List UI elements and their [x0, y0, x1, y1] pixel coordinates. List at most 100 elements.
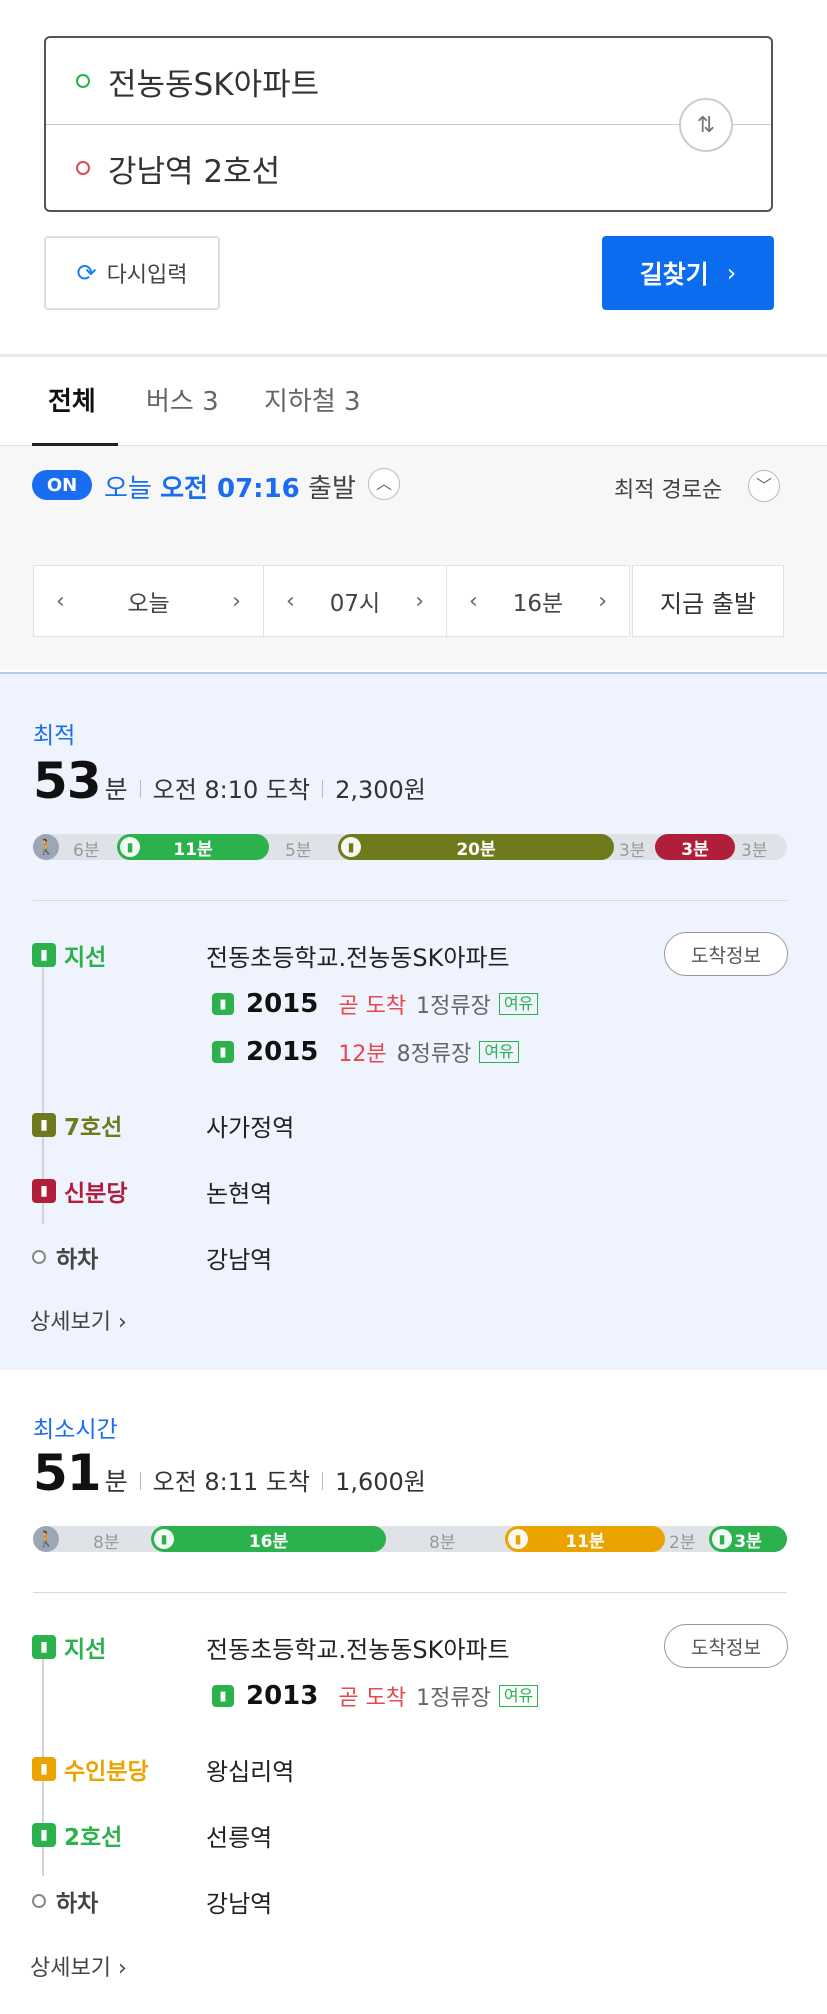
route-label: 최소시간	[33, 1417, 118, 1443]
segment-time: 11분	[565, 1531, 605, 1552]
departure-suffix: 출발	[308, 474, 356, 504]
card-divider	[33, 1592, 787, 1593]
walk-icon: 🚶	[33, 834, 59, 860]
day-selector[interactable]: ‹ 오늘 ›	[33, 565, 264, 637]
bus-icon: ▮	[120, 837, 140, 857]
step-name: 하차	[56, 1891, 99, 1917]
step-subway: ▮ 수인분당	[32, 1752, 149, 1786]
departure-day: 오늘	[104, 474, 152, 504]
walk-time: 6분	[73, 841, 100, 861]
tab-bus[interactable]: 버스 3	[146, 381, 219, 418]
bus-icon: ▮	[212, 1041, 234, 1063]
bus-number: 2015	[246, 1037, 319, 1067]
minute-selector[interactable]: ‹ 16분 ›	[446, 565, 630, 637]
destination-dot-icon	[76, 161, 90, 175]
subway-icon: ▮	[508, 1529, 528, 1549]
subway-icon: ▮	[32, 1823, 56, 1847]
card-divider	[33, 900, 787, 901]
arrival-info-button[interactable]: 도착정보	[664, 1624, 788, 1668]
segment-time: 3분	[734, 1531, 762, 1552]
arrival-info-button[interactable]: 도착정보	[664, 932, 788, 976]
detail-link[interactable]: 상세보기 ›	[30, 1950, 127, 1982]
subway-segment: ▮ 3분	[709, 1526, 787, 1552]
origin-text: 전농동SK아파트	[108, 66, 320, 103]
crowd-badge: 여유	[479, 1041, 519, 1063]
minutes-unit: 분	[104, 1467, 128, 1496]
refresh-icon: ⟳	[76, 259, 97, 287]
arrival-time: 오전 8:10 도착	[152, 776, 311, 804]
origin-field[interactable]: 전농동SK아파트	[46, 38, 771, 125]
route-label: 최적	[33, 723, 76, 749]
origin-dot-icon	[76, 74, 90, 88]
segment-time: 20분	[456, 839, 496, 860]
prev-day-icon[interactable]: ‹	[56, 589, 65, 614]
bus-arrival-row: ▮ 2015 곧 도착 1정류장 여유	[212, 988, 539, 1020]
prev-minute-icon[interactable]: ‹	[469, 589, 478, 614]
bus-arrival-time: 곧 도착	[338, 1686, 407, 1711]
step-subway: ▮ 2호선	[32, 1818, 122, 1852]
next-minute-icon[interactable]: ›	[598, 589, 607, 614]
bus-arrival-row: ▮ 2013 곧 도착 1정류장 여유	[212, 1680, 539, 1712]
minutes-unit: 분	[104, 775, 128, 804]
route-card[interactable]: 최적 53 분 오전 8:10 도착 2,300원 🚶 6분 ▮ 11분 5분 …	[0, 672, 827, 1372]
step-getoff: 하차	[32, 1884, 98, 1918]
stop-name: 전동초등학교.전농동SK아파트	[206, 1636, 510, 1664]
total-minutes: 53	[33, 752, 102, 810]
departure-time-text[interactable]: 오늘 오전 07:16 출발	[104, 468, 356, 505]
step-getoff: 하차	[32, 1240, 98, 1274]
next-hour-icon[interactable]: ›	[415, 589, 424, 614]
tab-subway[interactable]: 지하철 3	[264, 381, 361, 418]
stop-name: 왕십리역	[206, 1758, 295, 1786]
subway-icon: ▮	[341, 837, 361, 857]
stop-name: 사가정역	[206, 1114, 295, 1142]
prev-hour-icon[interactable]: ‹	[286, 589, 295, 614]
find-route-button[interactable]: 길찾기 ›	[602, 236, 774, 310]
stop-name: 논현역	[206, 1180, 273, 1208]
walk-time: 3분	[619, 841, 646, 861]
step-bus: ▮ 지선	[32, 938, 106, 972]
total-minutes: 51	[33, 1444, 102, 1502]
hour-selector[interactable]: ‹ 07시 ›	[263, 565, 447, 637]
depart-now-button[interactable]: 지금 출발	[632, 565, 784, 637]
destination-field[interactable]: 강남역 2호선	[46, 125, 771, 211]
step-bus: ▮ 지선	[32, 1630, 106, 1664]
subway-segment: 3분	[655, 834, 735, 860]
fare: 1,600원	[335, 1468, 426, 1496]
bus-stops-away: 8정류장	[396, 1042, 472, 1067]
detail-link[interactable]: 상세보기 ›	[30, 1304, 127, 1336]
hour-value: 07시	[329, 591, 381, 617]
stop-name: 전동초등학교.전농동SK아파트	[206, 944, 510, 972]
subway-icon: ▮	[32, 1179, 56, 1203]
bus-icon: ▮	[212, 993, 234, 1015]
subway-segment: ▮ 11분	[505, 1526, 665, 1552]
walk-icon: 🚶	[33, 1526, 59, 1552]
step-name: 신분당	[64, 1181, 128, 1207]
bus-icon: ▮	[32, 943, 56, 967]
route-card[interactable]: 최소시간 51 분 오전 8:11 도착 1,600원 🚶 8분 ▮ 16분 8…	[0, 1370, 827, 2014]
destination-text: 강남역 2호선	[108, 153, 281, 190]
stop-name: 선릉역	[206, 1824, 273, 1852]
chevron-up-icon[interactable]: ︿	[368, 468, 400, 500]
on-badge[interactable]: ON	[32, 470, 92, 500]
route-summary: 51 분 오전 8:11 도착 1,600원	[33, 1444, 426, 1502]
tab-all[interactable]: 전체	[48, 381, 96, 418]
route-summary: 53 분 오전 8:10 도착 2,300원	[33, 752, 426, 810]
fare: 2,300원	[335, 776, 426, 804]
bus-stops-away: 1정류장	[416, 1686, 491, 1711]
crowd-badge: 여유	[498, 1685, 539, 1707]
step-name: 7호선	[64, 1115, 123, 1141]
chevron-right-icon: ›	[726, 259, 737, 287]
bus-icon: ▮	[212, 1685, 234, 1707]
chevron-down-icon[interactable]: ﹀	[748, 470, 780, 502]
bus-segment: ▮ 16분	[151, 1526, 386, 1552]
bus-arrival-time: 12분	[338, 1042, 387, 1067]
walk-time: 8분	[429, 1533, 456, 1553]
walk-time: 8분	[93, 1533, 120, 1553]
stop-name: 강남역	[206, 1890, 273, 1918]
sort-label[interactable]: 최적 경로순	[614, 472, 722, 504]
swap-icon[interactable]: ⇅	[679, 98, 733, 152]
next-day-icon[interactable]: ›	[232, 589, 241, 614]
crowd-badge: 여유	[498, 993, 539, 1015]
reset-button[interactable]: ⟳ 다시입력	[44, 236, 220, 310]
walk-time: 5분	[285, 841, 312, 861]
